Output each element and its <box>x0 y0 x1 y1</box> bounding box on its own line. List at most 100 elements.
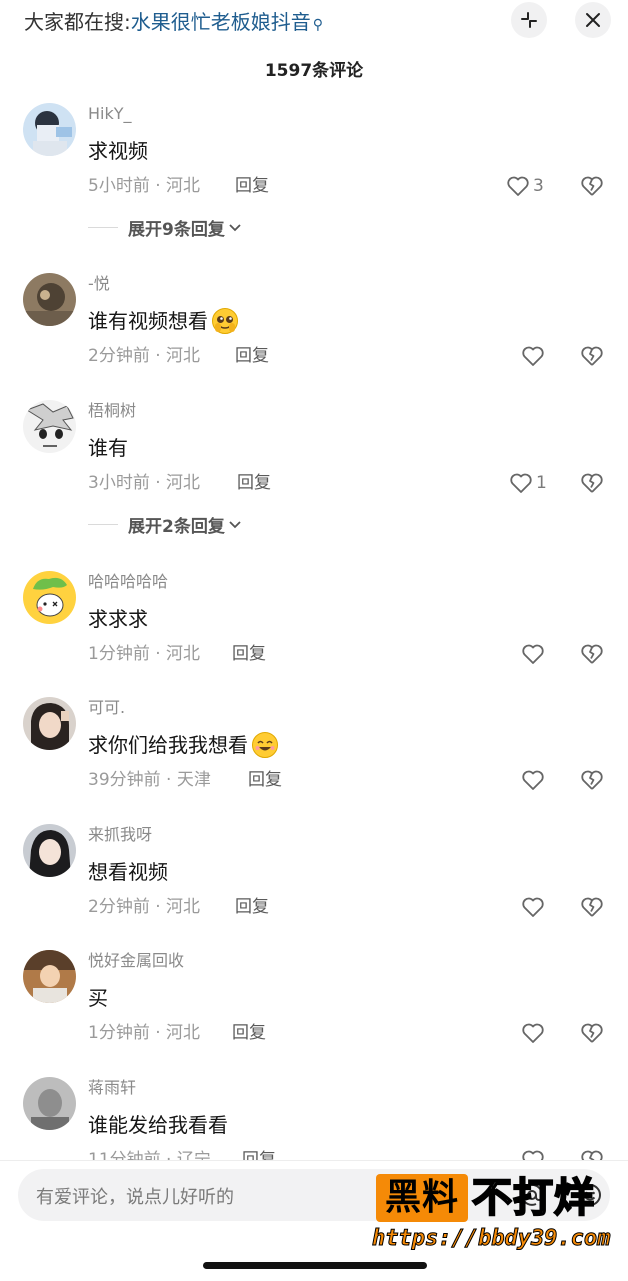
dislike-button[interactable] <box>580 641 604 667</box>
comment-time-location: 2分钟前 · 河北 <box>88 346 201 366</box>
comment-text: 想看视频 <box>88 857 168 887</box>
reply-button[interactable]: 回复 <box>248 767 282 793</box>
comment-time-location: 1分钟前 · 河北 <box>88 1023 201 1043</box>
broken-heart-icon <box>581 1023 603 1043</box>
comment-text-content: 买 <box>88 986 108 1010</box>
reply-button[interactable]: 回复 <box>235 173 269 199</box>
comment-text: 谁能发给我看看 <box>88 1110 228 1140</box>
divider-line <box>88 227 118 228</box>
comment-time-location: 1分钟前 · 河北 <box>88 644 201 664</box>
watermark: 黑料 不打烊 https://bbdy39.com <box>371 1172 622 1262</box>
dislike-button[interactable] <box>580 173 604 199</box>
expand-replies-button[interactable]: 展开9条回复 <box>88 215 241 240</box>
expand-replies-label: 展开2条回复 <box>128 517 225 537</box>
watermark-badge-text: 黑料 <box>384 1177 459 1218</box>
avatar[interactable] <box>23 400 76 453</box>
username[interactable]: 蒋雨轩 <box>88 1077 136 1099</box>
broken-heart-icon <box>581 176 603 196</box>
avatar[interactable] <box>23 824 76 877</box>
like-count: 1 <box>536 473 547 493</box>
comment-text: 求视频 <box>88 136 148 166</box>
reply-button[interactable]: 回复 <box>237 470 271 496</box>
username[interactable]: 可可. <box>88 697 125 719</box>
dislike-button[interactable] <box>580 894 604 920</box>
chevron-down-icon <box>229 223 241 231</box>
watermark-text: 不打烊 <box>471 1174 595 1222</box>
broken-heart-icon <box>581 644 603 664</box>
broken-heart-icon <box>581 346 603 366</box>
broken-heart-icon <box>581 897 603 917</box>
avatar[interactable] <box>23 697 76 750</box>
heart-icon <box>507 176 529 196</box>
dislike-button[interactable] <box>580 1020 604 1046</box>
heart-icon <box>522 770 544 790</box>
watermark-badge: 黑料 <box>376 1174 468 1222</box>
username[interactable]: HikY_ <box>88 103 132 125</box>
minimize-button[interactable] <box>511 2 547 38</box>
chevron-down-icon <box>229 520 241 528</box>
like-button[interactable]: 3 <box>506 173 544 199</box>
comment-time-location: 3小时前 · 河北 <box>88 473 201 493</box>
username[interactable]: 梧桐树 <box>88 400 136 422</box>
username[interactable]: -悦 <box>88 273 110 295</box>
broken-heart-icon <box>581 473 603 493</box>
comment-text-content: 谁有视频想看 <box>88 309 208 333</box>
avatar[interactable] <box>23 1077 76 1130</box>
heart-icon <box>510 473 532 493</box>
comment-text: 买 <box>88 983 108 1013</box>
divider-line <box>88 524 118 525</box>
like-button[interactable] <box>521 1020 545 1046</box>
comment-time-location: 5小时前 · 河北 <box>88 176 201 196</box>
reply-button[interactable]: 回复 <box>235 894 269 920</box>
like-button[interactable] <box>521 343 545 369</box>
avatar[interactable] <box>23 950 76 1003</box>
broken-heart-icon <box>581 770 603 790</box>
like-button[interactable]: 1 <box>509 470 547 496</box>
smiling-face-emoji <box>252 732 278 758</box>
comment-count-title: 1597条评论 <box>264 61 364 81</box>
avatar[interactable] <box>23 571 76 624</box>
dislike-button[interactable] <box>580 343 604 369</box>
comment-text: 谁有视频想看 <box>88 306 239 336</box>
comment-text-content: 谁有 <box>88 436 128 460</box>
comment-text: 求求求 <box>88 604 148 634</box>
comment-text-content: 想看视频 <box>88 860 168 884</box>
search-icon: ⚲ <box>312 17 324 33</box>
comment-text-content: 求求求 <box>88 607 148 631</box>
heart-icon <box>522 346 544 366</box>
comment-input-placeholder: 有爱评论，说点儿好听的 <box>36 1187 234 1208</box>
comment-text: 谁有 <box>88 433 128 463</box>
pleading-face-emoji <box>212 308 238 334</box>
watermark-url: https://bbdy39.com <box>371 1226 611 1252</box>
minimize-icon <box>521 12 537 28</box>
avatar[interactable] <box>23 103 76 156</box>
heart-icon <box>522 644 544 664</box>
username[interactable]: 悦好金属回收 <box>88 950 184 972</box>
heart-icon <box>522 1023 544 1043</box>
like-button[interactable] <box>521 894 545 920</box>
comment-text-content: 求你们给我我想看 <box>88 733 248 757</box>
dislike-button[interactable] <box>580 470 604 496</box>
like-button[interactable] <box>521 641 545 667</box>
comment-text-content: 谁能发给我看看 <box>88 1113 228 1137</box>
search-suggestion[interactable]: 大家都在搜:水果很忙老板娘抖音 ⚲ <box>24 6 323 41</box>
comment-time-location: 2分钟前 · 河北 <box>88 897 201 917</box>
like-count: 3 <box>533 176 544 196</box>
reply-button[interactable]: 回复 <box>232 641 266 667</box>
close-button[interactable] <box>575 2 611 38</box>
home-indicator[interactable] <box>203 1262 427 1269</box>
search-prefix: 大家都在搜: <box>24 10 131 34</box>
reply-button[interactable]: 回复 <box>235 343 269 369</box>
expand-replies-label: 展开9条回复 <box>128 220 225 240</box>
comment-text-content: 求视频 <box>88 139 148 163</box>
username[interactable]: 来抓我呀 <box>88 824 152 846</box>
avatar[interactable] <box>23 273 76 326</box>
search-keyword-link[interactable]: 水果很忙老板娘抖音 <box>131 10 311 34</box>
expand-replies-button[interactable]: 展开2条回复 <box>88 512 241 537</box>
comment-time-location: 39分钟前 · 天津 <box>88 770 211 790</box>
username[interactable]: 哈哈哈哈哈 <box>88 571 168 593</box>
heart-icon <box>522 897 544 917</box>
reply-button[interactable]: 回复 <box>232 1020 266 1046</box>
dislike-button[interactable] <box>580 767 604 793</box>
like-button[interactable] <box>521 767 545 793</box>
